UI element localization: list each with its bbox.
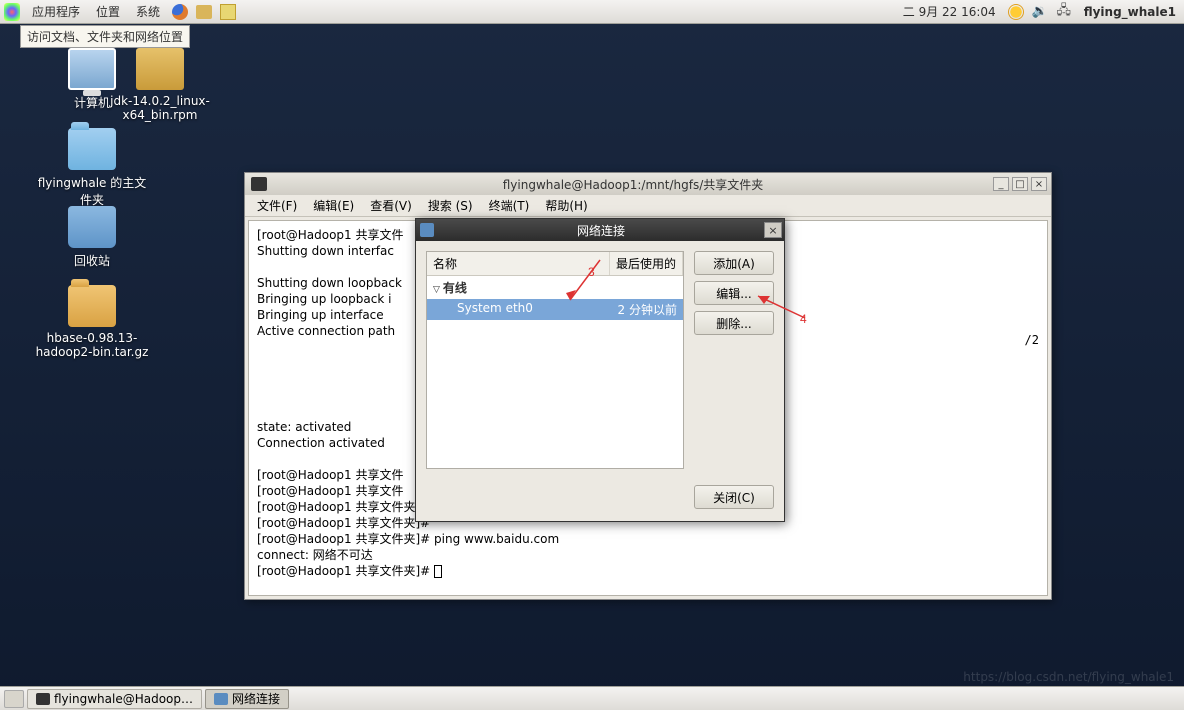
desktop-label: 回收站 (48, 252, 136, 269)
clock[interactable]: 二 9月 22 16:04 (899, 1, 1000, 22)
terminal-titlebar[interactable]: flyingwhale@Hadoop1:/mnt/hgfs/共享文件夹 _ □ … (245, 173, 1051, 195)
edit-button[interactable]: 编辑... (694, 281, 774, 305)
close-button[interactable]: 关闭(C) (694, 485, 774, 509)
archive-folder-icon (68, 285, 116, 327)
desktop-label: flyingwhale 的主文件夹 (33, 174, 151, 208)
network-title: 网络连接 (438, 222, 764, 239)
list-header: 名称 最后使用的 (427, 252, 683, 276)
annotation-label-3: 3 (588, 265, 595, 279)
network-tray-icon[interactable]: 🖧 (1056, 4, 1072, 20)
desktop-trash[interactable]: 回收站 (48, 206, 136, 269)
desktop-hbase[interactable]: hbase-0.98.13-hadoop2-bin.tar.gz (33, 285, 151, 359)
connection-name: System eth0 (457, 301, 618, 318)
add-button[interactable]: 添加(A) (694, 251, 774, 275)
chevron-down-icon: ▽ (433, 285, 440, 295)
desktop-label: jdk-14.0.2_linux-x64_bin.rpm (110, 94, 210, 122)
col-last-used[interactable]: 最后使用的 (610, 252, 683, 275)
weather-icon[interactable] (1008, 4, 1024, 20)
terminal-fragment: /2 (1025, 333, 1039, 347)
maximize-button[interactable]: □ (1012, 177, 1028, 191)
show-desktop-button[interactable] (4, 690, 24, 708)
network-icon (214, 693, 228, 705)
annotation-label-4: 4 (800, 312, 807, 326)
group-wired[interactable]: ▽有线 (427, 276, 683, 299)
home-folder-icon (68, 128, 116, 170)
top-panel: 应用程序 位置 系统 二 9月 22 16:04 🔉 🖧 flying_whal… (0, 0, 1184, 24)
close-icon[interactable]: × (764, 222, 782, 238)
bottom-panel: flyingwhale@Hadoop… 网络连接 (0, 686, 1184, 710)
connection-time: 2 分钟以前 (618, 301, 677, 318)
applications-icon[interactable] (4, 4, 20, 20)
task-terminal[interactable]: flyingwhale@Hadoop… (27, 689, 202, 709)
col-name[interactable]: 名称 (427, 252, 610, 275)
terminal-title: flyingwhale@Hadoop1:/mnt/hgfs/共享文件夹 (273, 176, 993, 193)
delete-button[interactable]: 删除... (694, 311, 774, 335)
trash-icon (68, 206, 116, 248)
menu-search[interactable]: 搜索 (S) (422, 195, 479, 216)
menu-system[interactable]: 系统 (132, 1, 164, 22)
file-manager-icon[interactable] (196, 4, 212, 20)
places-tooltip: 访问文档、文件夹和网络位置 (20, 25, 190, 48)
task-label: 网络连接 (232, 690, 280, 707)
menu-applications[interactable]: 应用程序 (28, 1, 84, 22)
task-label: flyingwhale@Hadoop… (54, 692, 193, 706)
desktop-label: hbase-0.98.13-hadoop2-bin.tar.gz (33, 331, 151, 359)
menu-help[interactable]: 帮助(H) (539, 195, 593, 216)
connection-list[interactable]: 名称 最后使用的 ▽有线 System eth0 2 分钟以前 (426, 251, 684, 469)
terminal-cursor (434, 565, 442, 578)
menu-view[interactable]: 查看(V) (364, 195, 418, 216)
network-titlebar[interactable]: 网络连接 × (416, 219, 784, 241)
menu-file[interactable]: 文件(F) (251, 195, 303, 216)
watermark: https://blog.csdn.net/flying_whale1 (963, 670, 1174, 684)
firefox-icon[interactable] (172, 4, 188, 20)
terminal-icon (36, 693, 50, 705)
network-icon (420, 223, 434, 237)
volume-icon[interactable]: 🔉 (1032, 4, 1048, 20)
terminal-icon (251, 177, 267, 191)
user-menu[interactable]: flying_whale1 (1080, 3, 1180, 21)
desktop-jdk[interactable]: jdk-14.0.2_linux-x64_bin.rpm (110, 48, 210, 122)
task-network[interactable]: 网络连接 (205, 689, 289, 709)
close-button[interactable]: × (1031, 177, 1047, 191)
computer-icon (68, 48, 116, 90)
archive-icon (136, 48, 184, 90)
network-dialog: 网络连接 × 名称 最后使用的 ▽有线 System eth0 2 分钟以前 添… (415, 218, 785, 522)
menu-terminal[interactable]: 终端(T) (483, 195, 536, 216)
connection-row[interactable]: System eth0 2 分钟以前 (427, 299, 683, 320)
menu-places[interactable]: 位置 (92, 1, 124, 22)
terminal-menubar: 文件(F) 编辑(E) 查看(V) 搜索 (S) 终端(T) 帮助(H) (245, 195, 1051, 217)
desktop-home[interactable]: flyingwhale 的主文件夹 (33, 128, 151, 208)
note-icon[interactable] (220, 4, 236, 20)
menu-edit[interactable]: 编辑(E) (307, 195, 360, 216)
minimize-button[interactable]: _ (993, 177, 1009, 191)
